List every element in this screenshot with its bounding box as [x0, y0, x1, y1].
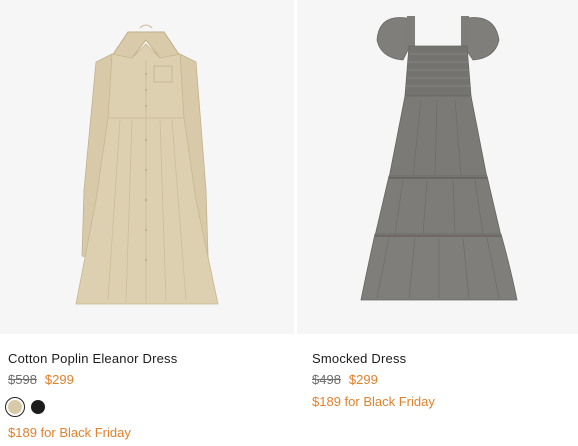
promo-text: $189 for Black Friday	[8, 425, 131, 440]
sale-price: $299	[44, 372, 74, 387]
swatch-beige[interactable]	[5, 397, 25, 417]
original-price: $498	[312, 372, 341, 387]
sale-price: $299	[348, 372, 378, 387]
product-grid: Cotton Poplin Eleanor Dress $598 $299 $18…	[0, 0, 578, 446]
price-row: $598 $299	[8, 372, 74, 387]
original-price: $598	[8, 372, 37, 387]
swatch-black[interactable]	[31, 400, 45, 414]
color-swatches	[5, 397, 45, 417]
product-card-eleanor[interactable]: Cotton Poplin Eleanor Dress $598 $299 $18…	[0, 0, 294, 446]
product-image-eleanor[interactable]	[0, 0, 294, 334]
price-row: $498 $299	[312, 372, 378, 387]
product-image-smocked[interactable]	[297, 0, 578, 334]
eleanor-dress-illustration	[75, 24, 219, 305]
smocked-dress-illustration	[360, 16, 518, 301]
product-title[interactable]: Smocked Dress	[312, 351, 406, 366]
promo-text: $189 for Black Friday	[312, 394, 435, 409]
product-card-smocked[interactable]: Smocked Dress $498 $299 $189 for Black Fr…	[297, 0, 578, 446]
product-title[interactable]: Cotton Poplin Eleanor Dress	[8, 351, 177, 366]
